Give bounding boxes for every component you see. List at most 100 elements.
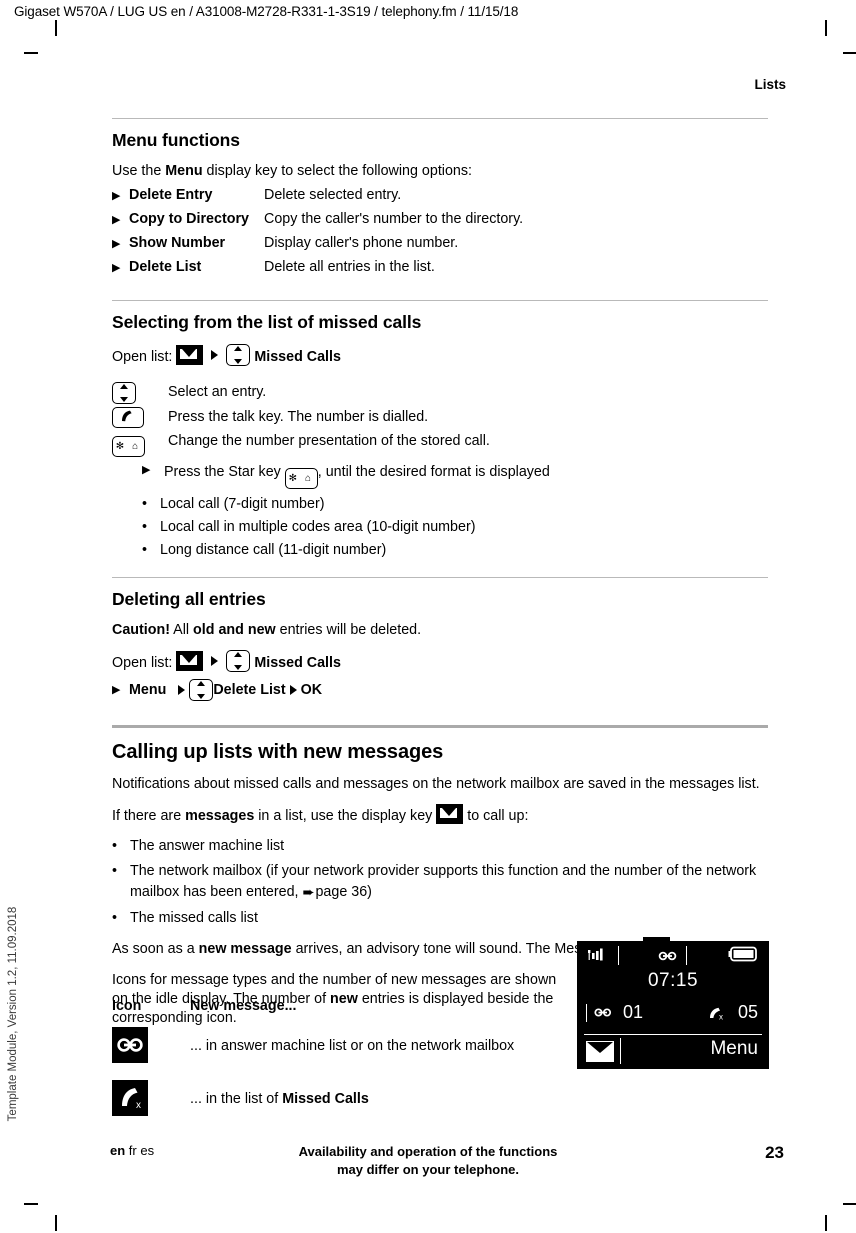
answering-machine-icon xyxy=(112,1027,148,1063)
display-separator xyxy=(584,1034,762,1035)
crop-mark-bottom-left-vertical xyxy=(55,1215,57,1231)
intro-menu-keyword: Menu xyxy=(165,163,203,179)
missed-call-glyph: x xyxy=(122,1088,141,1111)
menu-option-label: Delete List xyxy=(129,259,202,275)
para3-pre: As soon as a xyxy=(112,941,199,957)
section-divider xyxy=(112,577,768,578)
answering-machine-icon xyxy=(594,1008,612,1017)
softkey-menu-label[interactable]: Menu xyxy=(710,1038,758,1060)
arrow-bullet-icon: ▶ xyxy=(112,214,121,226)
list-item-text: Local call in multiple codes area (10-di… xyxy=(160,519,476,535)
para2-mid: in a list, use the display key xyxy=(254,808,437,824)
answering-machine-glyph xyxy=(117,1038,143,1052)
menu-option-description: Copy the caller's number to the director… xyxy=(264,211,524,227)
delete-list-label[interactable]: Delete List xyxy=(213,677,285,703)
para3-keyword: new message xyxy=(198,941,292,957)
list-item: • Local call (7-digit number) xyxy=(142,493,768,515)
step-text: Change the number presentation of the st… xyxy=(168,433,490,449)
menu-option-row[interactable]: ▶ Show Number Display caller's phone num… xyxy=(112,233,768,254)
caution-post: entries will be deleted. xyxy=(275,622,422,638)
missed-call-icon: x xyxy=(112,1080,148,1116)
envelope-icon[interactable] xyxy=(176,651,204,671)
envelope-icon[interactable] xyxy=(436,804,464,824)
counter-divider xyxy=(586,1003,587,1022)
step-row-star-key: ✻ ⌂ Change the number presentation of th… xyxy=(112,430,768,457)
talk-key-icon[interactable] xyxy=(112,407,144,428)
section-title-deleting-all-entries: Deleting all entries xyxy=(112,589,266,609)
calling-up-paragraph-1: Notifications about missed calls and mes… xyxy=(112,776,760,792)
section-title-selecting-missed-calls: Selecting from the list of missed calls xyxy=(112,312,422,332)
list-item-text: The network mailbox (if your network pro… xyxy=(130,861,768,904)
icon-legend-table: Icon New message... ... in answer machin… xyxy=(112,998,562,1133)
table-cell-text: ... in answer machine list or on the net… xyxy=(190,1027,514,1065)
status-divider xyxy=(686,946,687,965)
navigation-key-icon[interactable] xyxy=(112,382,136,404)
arrow-bullet-icon: ▶ xyxy=(112,684,121,696)
display-clock: 07:15 xyxy=(647,970,699,991)
row-text-pre: ... in the list of xyxy=(190,1091,283,1107)
envelope-icon[interactable] xyxy=(176,345,204,365)
list-item: • Long distance call (11-digit number) xyxy=(142,539,768,561)
key-cell: ✻ ⌂ xyxy=(112,430,168,457)
substep-text-post: , until the desired format is displayed xyxy=(317,464,550,480)
major-section-divider xyxy=(112,725,768,728)
footer-note-line-2: may differ on your telephone. xyxy=(336,1162,520,1177)
cross-reference-arrow-icon: ➨ xyxy=(302,885,315,901)
crop-mark-bottom-right-horizontal xyxy=(843,1203,856,1205)
section-divider xyxy=(112,300,768,301)
crop-mark-bottom-right-vertical xyxy=(825,1215,827,1231)
list-name-label: Missed Calls xyxy=(254,349,341,365)
display-status-bar xyxy=(578,942,768,968)
navigation-key-icon[interactable] xyxy=(226,344,251,366)
caution-keyword-2: old and new xyxy=(193,622,276,638)
missed-count-value: 05 xyxy=(737,1002,758,1022)
list-item-text: Local call (7-digit number) xyxy=(160,496,325,512)
menu-option-description: Delete selected entry. xyxy=(264,187,402,203)
table-row: x ... in the list of Missed Calls xyxy=(112,1080,562,1121)
ok-label[interactable]: OK xyxy=(301,677,322,703)
signal-strength-icon xyxy=(588,948,603,961)
status-divider xyxy=(618,946,619,965)
caution-mid: All xyxy=(169,622,194,638)
mailbox-counter[interactable]: 01 xyxy=(586,1002,643,1023)
step-text: Select an entry. xyxy=(168,384,267,400)
open-list-label: Open list: xyxy=(112,655,173,671)
star-key-icon[interactable]: ✻ ⌂ xyxy=(112,436,145,457)
envelope-icon[interactable] xyxy=(586,1041,614,1062)
open-list-instruction: Open list: Missed Calls xyxy=(112,650,768,675)
arrow-bullet-icon: ▶ xyxy=(112,190,121,202)
handset-glyph xyxy=(122,410,132,422)
intro-text-post: display key to select the following opti… xyxy=(202,163,472,179)
menu-option-row[interactable]: ▶ Delete List Delete all entries in the … xyxy=(112,257,768,278)
para2-keyword: messages xyxy=(185,808,255,824)
step-text: Press the talk key. The number is dialle… xyxy=(168,409,429,425)
key-cell xyxy=(112,381,168,404)
navigation-key-icon[interactable] xyxy=(189,679,214,701)
bullet-icon: • xyxy=(142,542,148,558)
menu-option-description: Delete all entries in the list. xyxy=(264,259,435,275)
section-divider xyxy=(112,118,768,119)
menu-softkey-label[interactable]: Menu xyxy=(129,677,166,703)
navigation-key-icon[interactable] xyxy=(226,650,251,672)
menu-option-row[interactable]: ▶ Delete Entry Delete selected entry. xyxy=(112,185,768,206)
substep-text: Press the Star key ✻ ⌂, until the desire… xyxy=(164,460,550,489)
list-item: • The missed calls list xyxy=(112,908,768,929)
arrow-separator-icon xyxy=(178,685,186,695)
page-footer: en fr es Availability and operation of t… xyxy=(0,1143,856,1183)
list-item: • The answer machine list xyxy=(112,836,768,857)
intro-text-pre: Use the xyxy=(112,163,166,179)
list-item-text-main: The network mailbox (if your network pro… xyxy=(130,863,757,900)
cross-reference-label[interactable]: page 36 xyxy=(315,884,367,900)
star-key-icon[interactable]: ✻ ⌂ xyxy=(284,468,318,489)
substep-press-star-key: ▶ Press the Star key ✻ ⌂, until the desi… xyxy=(142,460,768,489)
menu-option-row[interactable]: ▶ Copy to Directory Copy the caller's nu… xyxy=(112,209,768,230)
table-cell-text: ... in the list of Missed Calls xyxy=(190,1080,369,1118)
answering-machine-icon xyxy=(658,951,677,961)
svg-text:x: x xyxy=(136,1100,141,1111)
number-format-list: • Local call (7-digit number) • Local call… xyxy=(142,493,768,561)
missed-calls-counter[interactable]: x 05 xyxy=(708,1002,758,1023)
list-item-text: The answer machine list xyxy=(130,838,285,854)
menu-option-label: Show Number xyxy=(129,235,226,251)
para2-pre: If there are xyxy=(112,808,186,824)
callable-lists: • The answer machine list • The network ma… xyxy=(112,836,768,929)
